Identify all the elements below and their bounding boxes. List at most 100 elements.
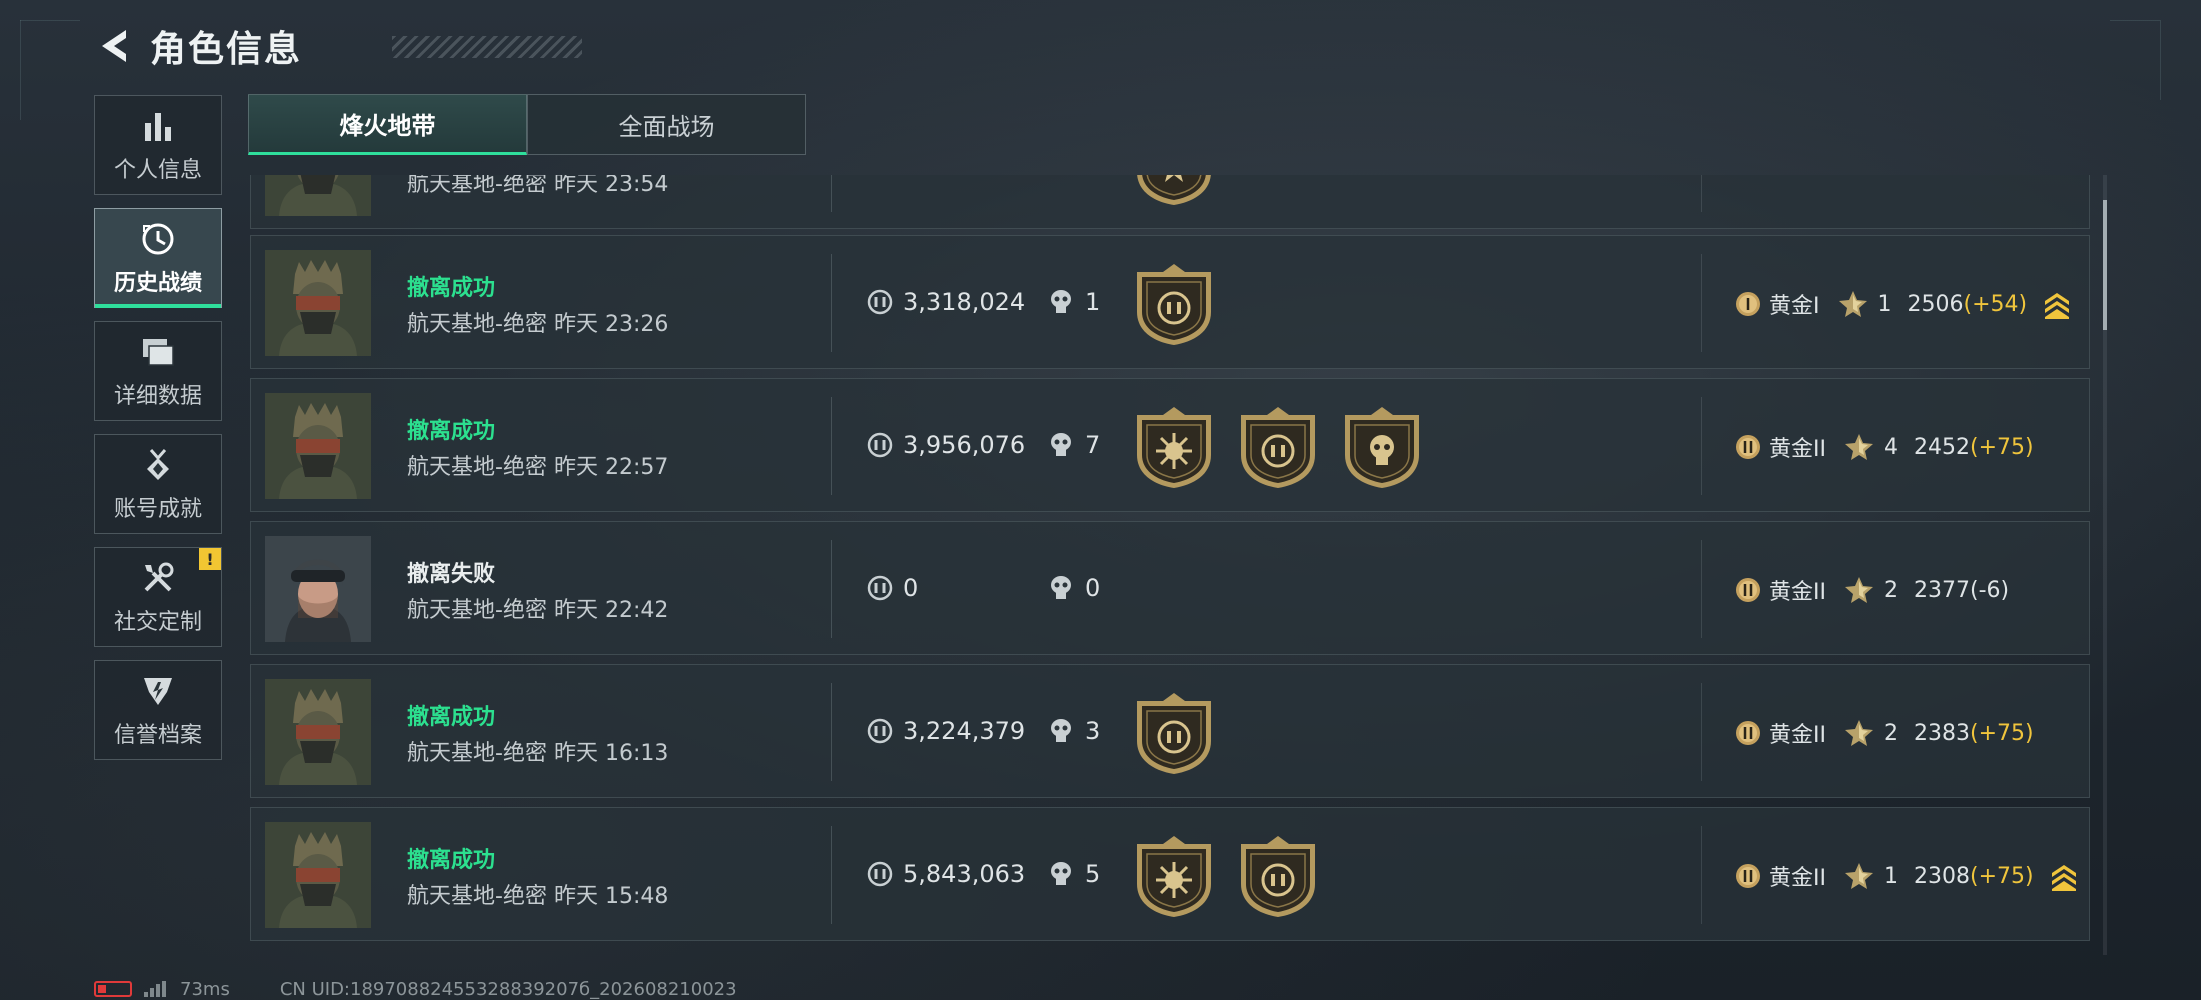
star-count: 1 (1877, 291, 1892, 317)
history-clock-icon (138, 219, 178, 259)
kill-count: 1 (1049, 288, 1100, 316)
sun-medal-icon[interactable] (1133, 405, 1215, 489)
map-name: 航天基地-绝密 (407, 598, 547, 623)
coin-icon (867, 861, 903, 887)
star-icon (1838, 289, 1878, 319)
match-time: 昨天 22:42 (553, 598, 669, 623)
title-decoration (392, 36, 582, 58)
rank-score: 2383 (1913, 720, 1970, 746)
match-history-list: 航天基地-绝密 昨天 23:54 撤离成功 航天基地-绝密 昨天 23:26 3,31… (248, 175, 2091, 955)
sun-medal-icon[interactable] (1133, 834, 1215, 918)
kill-count-text: 7 (1085, 431, 1101, 459)
star-count: 2 (1883, 720, 1898, 746)
sidebar-item-personal-info[interactable]: 个人信息 (94, 95, 222, 195)
kill-count-text: 1 (1085, 288, 1101, 316)
signal-icon (144, 981, 168, 997)
rank-info: 黄金II 4 2452 (+75) (1735, 431, 2034, 463)
coin-icon (867, 289, 903, 315)
loot-value: 0 (867, 574, 918, 602)
battery-icon (94, 981, 132, 997)
rank-info: 黄金II 2 2377 (-6) (1735, 574, 2009, 606)
loot-value: 5,843,063 (867, 860, 1025, 888)
extraction-status: 撤离成功 (407, 276, 496, 301)
rank-info: 黄金I 1 2506 (+54) (1735, 288, 2071, 320)
match-row[interactable]: 撤离成功 航天基地-绝密 昨天 15:48 5,843,063 5 黄金II 1 2308(… (250, 807, 2090, 941)
sidebar-item-label: 社交定制 (113, 610, 202, 635)
operator-avatar (265, 175, 371, 216)
sidebar-item-achievements[interactable]: 账号成就 (94, 434, 222, 534)
loot-value: 3,318,024 (867, 288, 1025, 316)
loot-value-text: 5,843,063 (903, 860, 1026, 888)
chevron-rank-up-icon (2034, 861, 2078, 891)
coin-medal-icon[interactable] (1133, 691, 1215, 775)
star-count: 2 (1883, 577, 1898, 603)
coin-medal-icon[interactable] (1237, 834, 1319, 918)
rank-tier-icon (1735, 577, 1769, 603)
map-name: 航天基地-绝密 (407, 884, 547, 909)
loot-value-text: 3,318,024 (903, 288, 1026, 316)
score-change: (+75) (1969, 863, 2034, 889)
scrollbar-thumb[interactable] (2103, 200, 2107, 330)
map-name: 航天基地-绝密 (407, 455, 547, 480)
match-row[interactable]: 航天基地-绝密 昨天 23:54 (250, 175, 2090, 229)
map-and-time: 航天基地-绝密 昨天 23:54 (407, 175, 668, 198)
sidebar-item-reputation[interactable]: 信誉档案 (94, 660, 222, 760)
medal-list (1133, 262, 1237, 346)
match-row[interactable]: 撤离成功 航天基地-绝密 昨天 16:13 3,224,379 3 黄金II 2 2383(… (250, 664, 2090, 798)
sidebar-item-history[interactable]: 历史战绩 (94, 208, 222, 308)
rank-name: 黄金I (1769, 294, 1820, 319)
tab-full-battlefield[interactable]: 全面战场 (527, 94, 806, 155)
row-divider (831, 683, 832, 781)
match-row[interactable]: 撤离失败 航天基地-绝密 昨天 22:42 0 0 黄金II 2 2377 (-6) (250, 521, 2090, 655)
sidebar-item-label: 个人信息 (113, 158, 202, 183)
extraction-status: 撤离成功 (407, 705, 496, 730)
shield-emblem-icon (138, 671, 178, 711)
map-and-time: 航天基地-绝密 昨天 22:42 (407, 592, 668, 624)
achievement-medal-icon (138, 445, 178, 485)
match-time: 昨天 16:13 (553, 741, 669, 766)
sidebar-item-social[interactable]: ! 社交定制 (94, 547, 222, 647)
sidebar-item-detailed-data[interactable]: 详细数据 (94, 321, 222, 421)
rank-score: 2506 (1907, 291, 1964, 317)
chevron-rank-up-icon (2027, 289, 2071, 319)
status-bar: 73ms CN UID:18970882455328839207б_202608… (94, 978, 737, 1000)
star-medal-icon[interactable] (1133, 175, 1215, 206)
row-divider (831, 254, 832, 352)
coin-icon (867, 432, 903, 458)
medal-list (1133, 691, 1237, 775)
sidebar-item-label: 账号成就 (113, 497, 202, 522)
extraction-status: 撤离失败 (407, 562, 496, 587)
operator-avatar (265, 393, 371, 499)
map-and-time: 航天基地-绝密 昨天 16:13 (407, 735, 668, 767)
coin-medal-icon[interactable] (1237, 405, 1319, 489)
operator-avatar (265, 822, 371, 928)
rank-info: 黄金II 1 2308 (+75) (1735, 860, 2078, 892)
coin-icon (867, 575, 903, 601)
sidebar-item-label: 信誉档案 (113, 723, 202, 748)
row-divider (831, 397, 832, 495)
sidebar-item-label: 详细数据 (113, 384, 202, 409)
match-time: 昨天 15:48 (553, 884, 669, 909)
match-row[interactable]: 撤离成功 航天基地-绝密 昨天 23:26 3,318,024 1 黄金I 1 2506 (+… (250, 235, 2090, 369)
loot-value-text: 3,956,076 (903, 431, 1026, 459)
medal-list (1133, 175, 1237, 206)
rank-tier-icon (1735, 863, 1769, 889)
star-count: 4 (1883, 434, 1898, 460)
bar-chart-icon (138, 106, 178, 146)
folder-stack-icon (138, 332, 178, 372)
skull-icon (1049, 289, 1085, 315)
mode-tabs: 烽火地带 全面战场 (248, 94, 806, 155)
header: 角色信息 (92, 20, 582, 72)
back-button[interactable] (92, 22, 136, 70)
coin-medal-icon[interactable] (1133, 262, 1215, 346)
map-and-time: 航天基地-绝密 昨天 22:57 (407, 449, 668, 481)
row-divider (1701, 826, 1702, 924)
match-row[interactable]: 撤离成功 航天基地-绝密 昨天 22:57 3,956,076 7 黄金II 4 2452(… (250, 378, 2090, 512)
row-divider (1701, 540, 1702, 638)
skull-medal-icon[interactable] (1341, 405, 1423, 489)
tab-warzone[interactable]: 烽火地带 (248, 94, 527, 155)
rank-name: 黄金II (1769, 580, 1826, 605)
match-time: 昨天 23:54 (553, 175, 669, 197)
skull-icon (1049, 718, 1085, 744)
tools-icon (138, 558, 178, 598)
